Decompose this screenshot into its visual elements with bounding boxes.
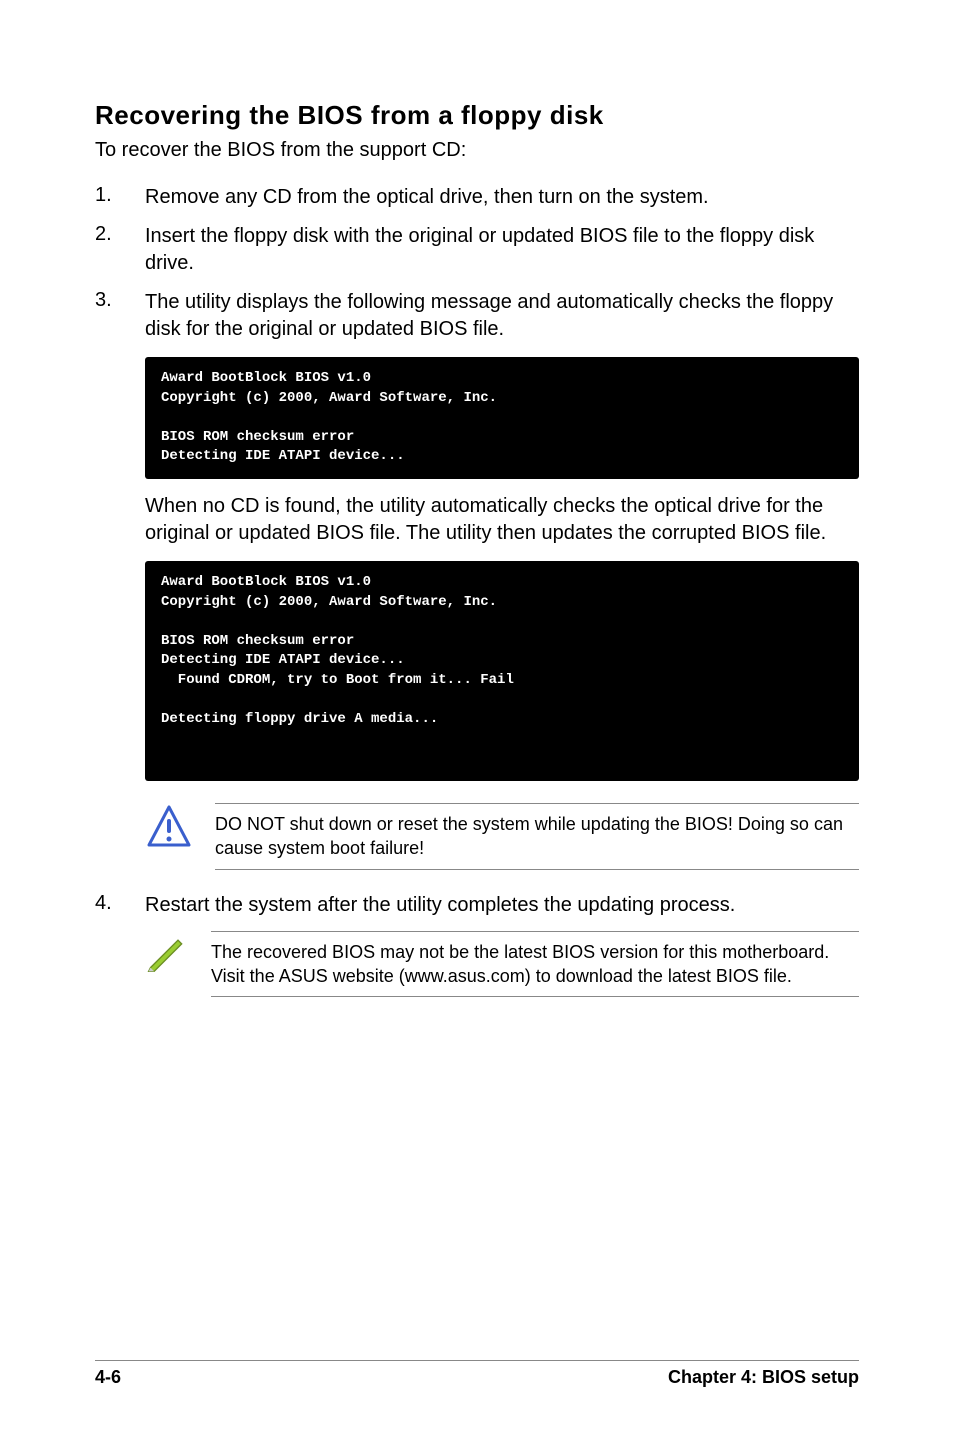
step-number: 2. — [95, 223, 145, 277]
followup-paragraph: When no CD is found, the utility automat… — [145, 493, 859, 547]
terminal-output-2: Award BootBlock BIOS v1.0 Copyright (c) … — [145, 561, 859, 781]
section-heading: Recovering the BIOS from a floppy disk — [95, 100, 859, 131]
warning-text: DO NOT shut down or reset the system whi… — [215, 803, 859, 870]
page-footer: 4-6 Chapter 4: BIOS setup — [95, 1360, 859, 1388]
chapter-label: Chapter 4: BIOS setup — [668, 1367, 859, 1388]
step-text: The utility displays the following messa… — [145, 289, 859, 343]
step-2: 2. Insert the floppy disk with the origi… — [95, 223, 859, 277]
step-text: Insert the floppy disk with the original… — [145, 223, 859, 277]
step-number: 4. — [95, 892, 145, 919]
warning-callout: DO NOT shut down or reset the system whi… — [145, 803, 859, 870]
step-3: 3. The utility displays the following me… — [95, 289, 859, 343]
warning-triangle-icon — [145, 803, 193, 851]
note-callout: The recovered BIOS may not be the latest… — [145, 931, 859, 998]
step-1: 1. Remove any CD from the optical drive,… — [95, 184, 859, 211]
intro-text: To recover the BIOS from the support CD: — [95, 139, 859, 162]
note-text: The recovered BIOS may not be the latest… — [211, 931, 859, 998]
step-text: Remove any CD from the optical drive, th… — [145, 184, 859, 211]
page-number: 4-6 — [95, 1367, 121, 1388]
step-number: 1. — [95, 184, 145, 211]
pencil-icon — [145, 931, 189, 975]
terminal-output-1: Award BootBlock BIOS v1.0 Copyright (c) … — [145, 357, 859, 479]
step-number: 3. — [95, 289, 145, 343]
step-4: 4. Restart the system after the utility … — [95, 892, 859, 919]
step-text: Restart the system after the utility com… — [145, 892, 859, 919]
